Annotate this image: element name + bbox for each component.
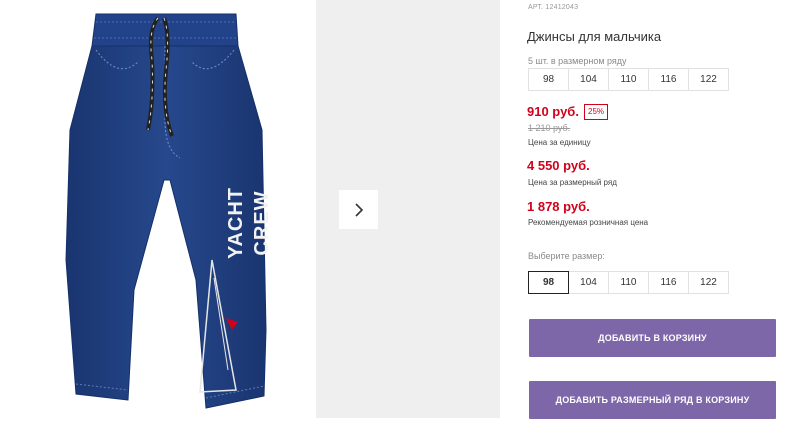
size-range-cell: 122 bbox=[688, 68, 729, 91]
retail-price: 1 878 руб. bbox=[527, 199, 590, 214]
range-price-label: Цена за размерный ряд bbox=[528, 178, 617, 187]
product-title: Джинсы для мальчика bbox=[527, 29, 662, 44]
size-select-hint: Выберите размер: bbox=[528, 251, 605, 261]
size-range-cell: 104 bbox=[568, 68, 609, 91]
add-to-cart-button[interactable]: ДОБАВИТЬ В КОРЗИНУ bbox=[529, 319, 776, 357]
size-option-110[interactable]: 110 bbox=[608, 271, 649, 294]
size-range-cell: 116 bbox=[648, 68, 689, 91]
size-range-cell: 98 bbox=[528, 68, 569, 91]
next-image-button[interactable] bbox=[339, 190, 378, 229]
unit-price-label: Цена за единицу bbox=[528, 138, 591, 147]
size-range-hint: 5 шт. в размерном ряду bbox=[528, 56, 627, 66]
size-option-104[interactable]: 104 bbox=[568, 271, 609, 294]
product-image[interactable]: YACHT CREW bbox=[0, 0, 316, 430]
size-selector: 98 104 110 116 122 bbox=[528, 271, 729, 294]
chevron-right-icon bbox=[354, 202, 363, 217]
print-text: YACHT CREW bbox=[225, 186, 273, 260]
size-option-116[interactable]: 116 bbox=[648, 271, 689, 294]
retail-price-label: Рекомендуемая розничная цена bbox=[528, 218, 649, 227]
add-range-to-cart-button[interactable]: ДОБАВИТЬ РАЗМЕРНЫЙ РЯД В КОРЗИНУ bbox=[529, 381, 776, 419]
size-option-122[interactable]: 122 bbox=[688, 271, 729, 294]
size-range-row: 98 104 110 116 122 bbox=[528, 68, 729, 91]
discount-badge: 25% bbox=[584, 104, 609, 120]
unit-price: 910 руб. bbox=[527, 104, 579, 119]
old-price: 1 210 руб. bbox=[528, 123, 571, 133]
size-option-98[interactable]: 98 bbox=[528, 271, 569, 294]
product-gallery: YACHT CREW bbox=[0, 0, 500, 430]
range-price: 4 550 руб. bbox=[527, 158, 590, 173]
sku-label: АРТ. 12412043 bbox=[528, 4, 579, 11]
size-range-cell: 110 bbox=[608, 68, 649, 91]
